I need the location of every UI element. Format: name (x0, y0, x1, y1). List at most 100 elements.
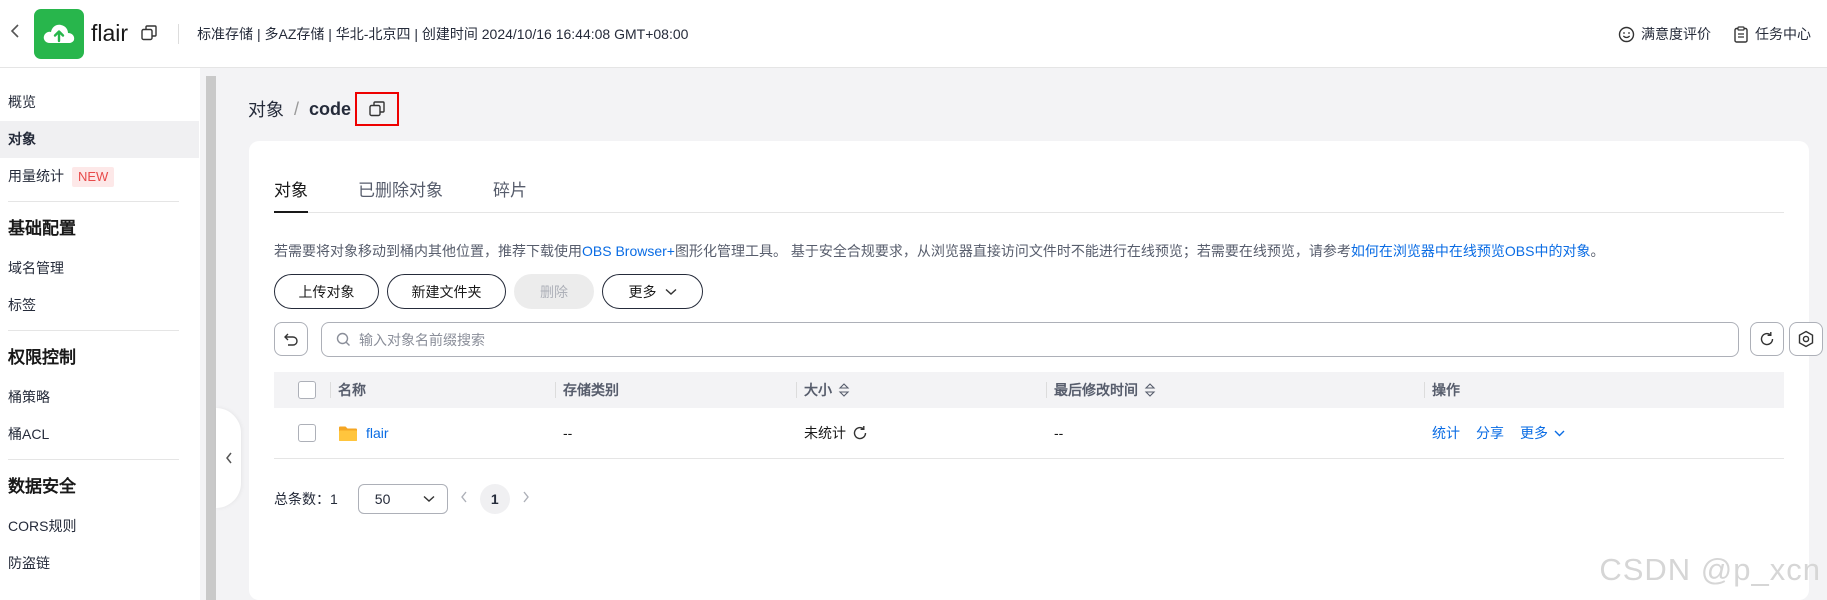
upload-object-button[interactable]: 上传对象 (274, 274, 379, 309)
header-last-modified[interactable]: 最后修改时间 (1046, 372, 1424, 408)
obs-bucket-logo-icon (34, 8, 84, 59)
delete-button[interactable]: 删除 (514, 274, 594, 309)
sort-icon[interactable] (1144, 382, 1156, 398)
tab-deleted-objects[interactable]: 已删除对象 (358, 176, 443, 213)
sort-icon[interactable] (838, 382, 850, 398)
column-header-label: 操作 (1432, 382, 1460, 398)
sidebar-item-objects[interactable]: 对象 (0, 121, 199, 158)
page-size-value: 50 (374, 491, 391, 507)
new-badge: NEW (72, 167, 115, 187)
task-center-button[interactable]: 任务中心 (1733, 24, 1811, 44)
preview-help-link[interactable]: 如何在浏览器中在线预览OBS中的对象 (1351, 243, 1591, 259)
tab-objects[interactable]: 对象 (274, 176, 308, 213)
chevron-right-icon (523, 491, 529, 503)
sidebar-item-label: 用量统计 (8, 168, 64, 184)
search-icon (336, 332, 350, 346)
refresh-button[interactable] (1750, 322, 1784, 356)
search-input[interactable] (359, 331, 1659, 348)
sidebar-item-label: 对象 (8, 131, 36, 147)
bucket-meta-info: 标准存储 | 多AZ存储 | 华北-北京四 | 创建时间 2024/10/16 … (197, 25, 689, 42)
task-center-label: 任务中心 (1755, 26, 1811, 42)
sidebar-item-tags[interactable]: 标签 (0, 287, 199, 324)
header-size[interactable]: 大小 (796, 372, 1046, 408)
copy-path-button[interactable] (355, 92, 400, 126)
sidebar-item-label: 域名管理 (8, 260, 64, 276)
sidebar-item-bucket-acl[interactable]: 桶ACL (0, 416, 199, 453)
statistics-link[interactable]: 统计 (1432, 423, 1460, 443)
search-box (321, 322, 1739, 357)
select-all-checkbox[interactable] (298, 381, 316, 399)
sidebar-divider (8, 330, 179, 331)
copy-icon[interactable] (140, 24, 160, 44)
page-size-select[interactable]: 50 (357, 484, 448, 514)
more-link-label: 更多 (1520, 425, 1548, 441)
new-folder-button[interactable]: 新建文件夹 (387, 274, 506, 309)
sidebar-item-usage[interactable]: 用量统计 NEW (0, 158, 199, 195)
cell-name: flair (330, 408, 555, 458)
column-header-label: 大小 (804, 382, 832, 398)
clipboard-icon (1734, 25, 1748, 43)
back-button[interactable] (274, 322, 308, 356)
column-header-label: 名称 (338, 382, 366, 398)
sidebar-divider (8, 201, 179, 202)
sidebar-divider (8, 459, 179, 460)
total-label: 总条数： (274, 491, 330, 507)
notice-part: 若需要将对象移动到桶内其他位置，推荐下载使用 (274, 243, 582, 259)
cell-value: 未统计 (804, 425, 846, 441)
sidebar-group-title: 基础配置 (8, 219, 76, 238)
next-page-button[interactable] (522, 490, 530, 508)
header-tools: 满意度评价 任务中心 (1618, 0, 1811, 68)
notice-text: 若需要将对象移动到桶内其他位置，推荐下载使用OBS Browser+图形化管理工… (274, 241, 1604, 261)
objects-table: 名称 存储类别 大小 最后修改时间 操作 flair -- 未统计 -- 统计 … (274, 372, 1784, 459)
tab-fragments[interactable]: 碎片 (493, 176, 527, 213)
sidebar-item-overview[interactable]: 概览 (0, 84, 199, 121)
header-operations: 操作 (1424, 372, 1784, 408)
obs-browser-link[interactable]: OBS Browser+ (582, 243, 675, 259)
page-number-button[interactable]: 1 (479, 484, 510, 514)
chevron-left-icon (460, 491, 467, 503)
sidebar: 概览 对象 用量统计 NEW 基础配置 域名管理 标签 权限控制 桶策略 桶ACL… (0, 68, 200, 600)
share-link[interactable]: 分享 (1476, 423, 1504, 443)
chevron-down-icon (1554, 430, 1565, 436)
top-header: flair 标准存储 | 多AZ存储 | 华北-北京四 | 创建时间 2024/… (0, 0, 1827, 68)
sidebar-item-cors[interactable]: CORS规则 (0, 508, 199, 545)
cell-last-modified: -- (1046, 408, 1424, 458)
sidebar-group-title: 权限控制 (8, 348, 76, 367)
breadcrumb-current: code (309, 98, 352, 119)
sidebar-item-label: 标签 (8, 297, 36, 313)
row-checkbox-cell (274, 408, 330, 458)
more-link[interactable]: 更多 (1520, 423, 1565, 443)
breadcrumb: 对象 / code (248, 92, 400, 126)
cell-size: 未统计 (796, 408, 1046, 458)
pagination: 总条数： 1 50 1 (274, 484, 542, 514)
sidebar-collapse-button[interactable] (216, 408, 241, 508)
satisfaction-button[interactable]: 满意度评价 (1618, 24, 1711, 44)
more-actions-button[interactable]: 更多 (602, 274, 703, 309)
undo-icon (284, 333, 298, 346)
header-checkbox-cell (274, 372, 330, 408)
tabs: 对象 已删除对象 碎片 (274, 176, 1784, 213)
folder-name-link[interactable]: flair (366, 425, 389, 441)
prev-page-button[interactable] (460, 490, 468, 508)
sidebar-scrollbar[interactable] (206, 76, 216, 600)
table-row: flair -- 未统计 -- 统计 分享 更多 (274, 408, 1784, 459)
sidebar-item-hotlink[interactable]: 防盗链 (0, 545, 199, 582)
copy-icon (369, 101, 385, 117)
sidebar-item-label: 防盗链 (8, 555, 50, 571)
sidebar-item-label: CORS规则 (8, 518, 77, 534)
back-arrow-icon[interactable] (9, 22, 29, 45)
notice-part: 。 (1590, 243, 1605, 259)
column-header-label: 存储类别 (563, 382, 619, 398)
refresh-icon[interactable] (852, 425, 868, 441)
notice-part: 图形化管理工具。 基于安全合规要求，从浏览器直接访问文件时不能进行在线预览；若需… (674, 243, 1351, 259)
chevron-down-icon (665, 288, 676, 295)
total-count: 1 (330, 491, 338, 507)
settings-button[interactable] (1789, 322, 1823, 356)
header-storage-class: 存储类别 (555, 372, 796, 408)
breadcrumb-root[interactable]: 对象 (248, 96, 284, 122)
sidebar-item-domain[interactable]: 域名管理 (0, 250, 199, 287)
sidebar-item-bucket-policy[interactable]: 桶策略 (0, 379, 199, 416)
breadcrumb-separator: / (294, 98, 300, 119)
cell-storage-class: -- (555, 408, 796, 458)
row-checkbox[interactable] (298, 424, 316, 442)
